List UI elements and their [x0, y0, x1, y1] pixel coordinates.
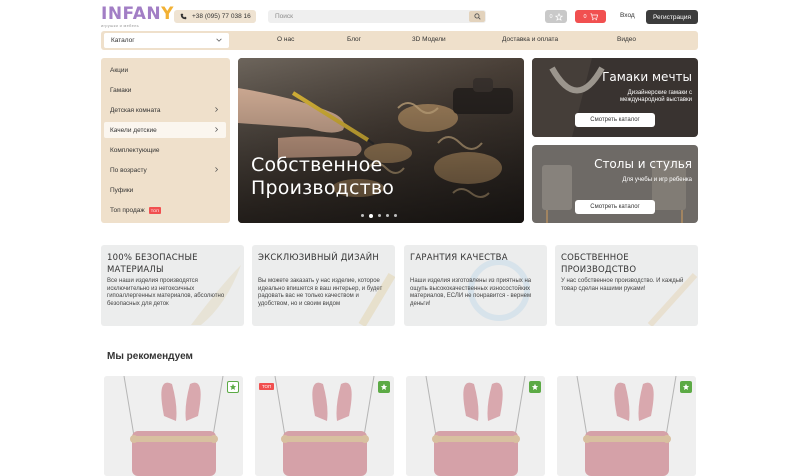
promo-title-tables: Столы и стулья	[594, 157, 692, 171]
sidebar-item-kids-room[interactable]: Детская комната	[104, 102, 226, 118]
view-catalog-button[interactable]: Смотреть каталог	[575, 200, 655, 214]
feature-text: У нас собственное производство. И каждый…	[561, 278, 684, 292]
hero-title: Собственное Производство	[251, 154, 395, 199]
sidebar-item-hammocks[interactable]: Гамаки	[104, 82, 226, 98]
star-icon	[554, 12, 563, 21]
phone-icon	[180, 13, 187, 20]
star-icon	[380, 383, 388, 391]
chevron-right-icon	[215, 127, 219, 132]
nav-link-blog[interactable]: Блог	[347, 36, 361, 43]
logo[interactable]: INFANY игрушки и мебель	[101, 4, 174, 31]
login-link[interactable]: Вход	[620, 12, 635, 19]
feature-card-quality-guarantee: ГАРАНТИЯ КАЧЕСТВА Наши изделия изготовле…	[404, 245, 547, 326]
sidebar-item-by-age[interactable]: По возрасту	[104, 162, 226, 178]
category-sidebar: Акции Гамаки Детская комната Качели детс…	[101, 58, 230, 223]
feature-text: Вы можете заказать у нас изделие, которо…	[258, 278, 383, 307]
product-image-bunny-swing	[104, 376, 243, 476]
favorites-count: 0	[549, 13, 553, 20]
feature-card-safe-materials: 100% БЕЗОПАСНЫЕ МАТЕРИАЛЫ Все наши издел…	[101, 245, 244, 326]
feature-title: ГАРАНТИЯ КАЧЕСТВА	[410, 253, 508, 263]
star-icon	[229, 383, 237, 391]
promo-card-tables[interactable]: Столы и стулья Для учебы и игр ребенка С…	[532, 145, 698, 223]
top-badge: ТОП	[148, 206, 162, 214]
catalog-label: Каталог	[111, 37, 135, 44]
cart-icon	[589, 12, 598, 20]
phone-button[interactable]: +38 (095) 77 038 16	[174, 10, 256, 23]
search-icon	[473, 13, 481, 20]
promo-title-hammocks: Гамаки мечты	[602, 70, 692, 84]
product-image-bunny-swing	[406, 376, 545, 476]
product-image-bunny-swing	[255, 376, 394, 476]
chevron-right-icon	[215, 107, 219, 112]
feature-text: Наши изделия изготовлены из приятных на …	[410, 278, 532, 307]
sidebar-item-swings[interactable]: Качели детские	[104, 122, 226, 138]
nav-link-delivery[interactable]: Доставка и оплата	[502, 36, 558, 43]
feature-text: Все наши изделия производятся исключител…	[107, 278, 225, 307]
feature-card-exclusive-design: ЭКСКЛЮЗИВНЫЙ ДИЗАЙН Вы можете заказать у…	[252, 245, 395, 326]
nav-link-3d-models[interactable]: 3D Модели	[412, 36, 446, 43]
product-card[interactable]: ТОП	[255, 376, 394, 476]
cart-count: 0	[583, 13, 587, 20]
slider-dot[interactable]	[361, 214, 364, 217]
slider-dots	[361, 213, 397, 218]
register-button[interactable]: Регистрация	[646, 10, 698, 24]
main-nav: Каталог О нас Блог 3D Модели Доставка и …	[101, 31, 698, 50]
product-card[interactable]	[406, 376, 545, 476]
feature-title: ЭКСКЛЮЗИВНЫЙ ДИЗАЙН	[258, 253, 379, 263]
search-bar	[268, 10, 486, 23]
slider-dot[interactable]	[394, 214, 397, 217]
favorite-button[interactable]	[529, 381, 541, 393]
slider-dot-active[interactable]	[369, 213, 373, 218]
hero-slider[interactable]: Собственное Производство	[238, 58, 524, 223]
feature-card-own-production: СОБСТВЕННОЕ ПРОИЗВОДСТВО У нас собственн…	[555, 245, 698, 326]
cart-button[interactable]: 0	[575, 10, 606, 23]
promo-subtitle-tables: Для учебы и игр ребенка	[622, 177, 692, 183]
sidebar-item-sales[interactable]: Акции	[104, 62, 226, 78]
logo-wordmark: INFANY	[101, 4, 174, 24]
nav-link-about[interactable]: О нас	[277, 36, 294, 43]
favorite-button[interactable]	[378, 381, 390, 393]
header: INFANY игрушки и мебель +38 (095) 77 038…	[0, 0, 799, 33]
slider-dot[interactable]	[378, 214, 381, 217]
search-button[interactable]	[469, 11, 485, 22]
sidebar-item-poufs[interactable]: Пуфики	[104, 182, 226, 198]
catalog-dropdown[interactable]: Каталог	[104, 33, 229, 48]
favorite-button[interactable]	[227, 381, 239, 393]
top-badge: ТОП	[259, 383, 275, 390]
product-card[interactable]	[104, 376, 243, 476]
sidebar-item-top-sales[interactable]: Топ продаж ТОП	[104, 202, 226, 218]
slider-dot[interactable]	[386, 214, 389, 217]
favorites-button[interactable]: 0	[545, 10, 567, 23]
sidebar-item-components[interactable]: Комплектующие	[104, 142, 226, 158]
phone-number: +38 (095) 77 038 16	[192, 13, 251, 20]
product-image-bunny-swing	[557, 376, 696, 476]
view-catalog-button[interactable]: Смотреть каталог	[575, 113, 655, 127]
search-input[interactable]	[268, 10, 463, 23]
promo-card-hammocks[interactable]: Гамаки мечты Дизайнерские гамаки с между…	[532, 58, 698, 137]
feature-title: СОБСТВЕННОЕ ПРОИЗВОДСТВО	[561, 253, 637, 275]
feature-title: 100% БЕЗОПАСНЫЕ МАТЕРИАЛЫ	[107, 253, 198, 275]
star-icon	[682, 383, 690, 391]
chevron-right-icon	[215, 167, 219, 172]
recommend-section-title: Мы рекомендуем	[107, 351, 193, 362]
favorite-button[interactable]	[680, 381, 692, 393]
chevron-down-icon	[216, 38, 222, 42]
nav-link-video[interactable]: Видео	[617, 36, 636, 43]
star-icon	[531, 383, 539, 391]
product-card[interactable]	[557, 376, 696, 476]
promo-subtitle-hammocks: Дизайнерские гамаки с международной выст…	[620, 90, 692, 103]
